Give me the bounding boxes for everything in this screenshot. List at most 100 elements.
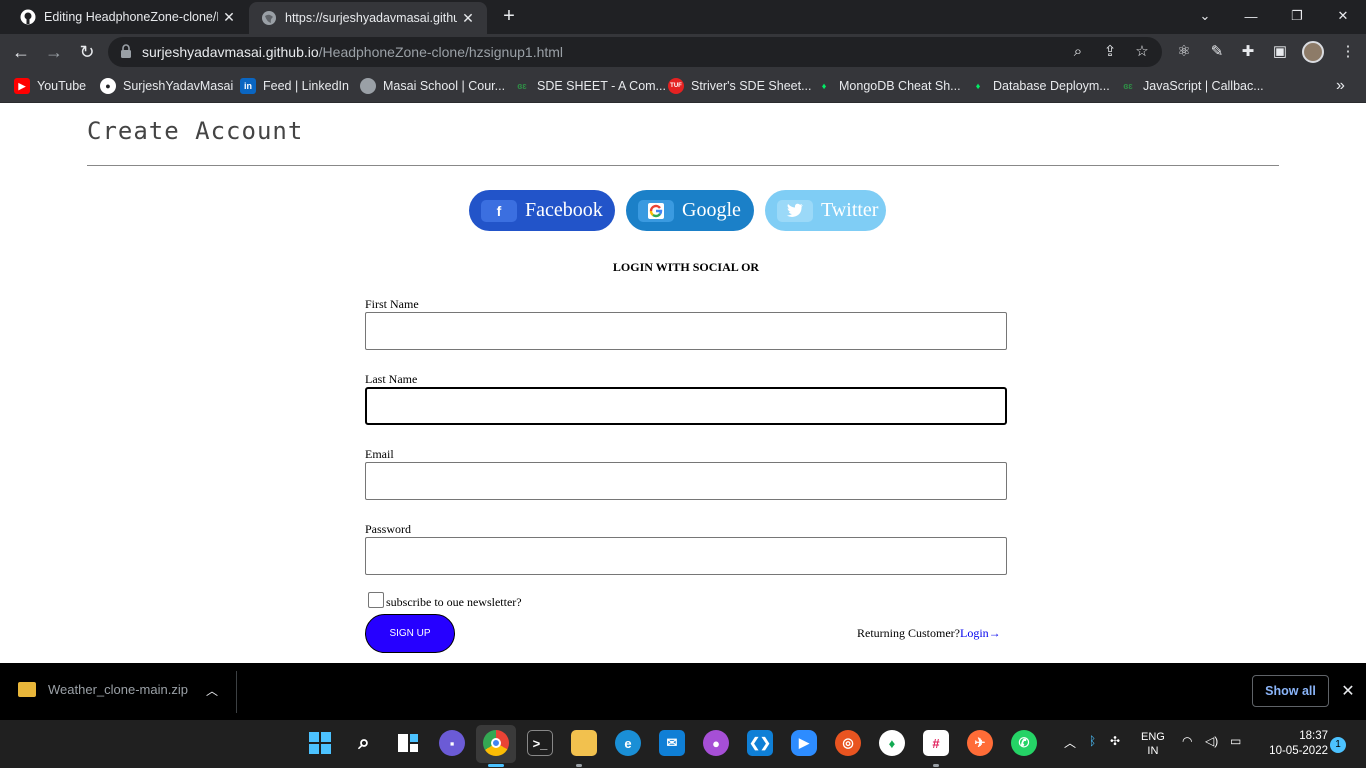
profile-avatar[interactable] bbox=[1302, 41, 1324, 63]
password-input[interactable] bbox=[365, 537, 1007, 575]
bookmark-javascript-callback[interactable]: ɞɛ JavaScript | Callbac... bbox=[1120, 77, 1264, 95]
language-label: ENG bbox=[1141, 731, 1165, 743]
globe-icon bbox=[261, 10, 277, 26]
back-button[interactable]: ← bbox=[8, 40, 34, 64]
show-all-button[interactable]: Show all bbox=[1252, 675, 1329, 707]
zoom-app-icon[interactable]: ▶ bbox=[791, 730, 817, 756]
clock[interactable]: 18:37 10-05-2022 bbox=[1258, 729, 1328, 759]
bookmark-youtube[interactable]: ▶ YouTube bbox=[14, 77, 86, 95]
close-tab-icon[interactable]: ✕ bbox=[457, 10, 479, 27]
twitter-login-button[interactable]: Twitter bbox=[765, 190, 886, 231]
terminal-icon[interactable]: >_ bbox=[527, 730, 553, 756]
address-bar[interactable]: surjeshyadavmasai.github.io/HeadphoneZon… bbox=[108, 37, 1162, 67]
edge-icon[interactable]: e bbox=[615, 730, 641, 756]
gfg-icon: ɞɛ bbox=[517, 81, 527, 91]
bookmark-mongodb-cheat[interactable]: ♦ MongoDB Cheat Sh... bbox=[816, 77, 961, 95]
tab-search-icon[interactable]: ⌄ bbox=[1182, 0, 1228, 32]
last-name-input[interactable] bbox=[365, 387, 1007, 425]
login-with-social-text: LOGIN WITH SOCIAL OR bbox=[612, 260, 760, 274]
linkedin-icon: in bbox=[240, 78, 256, 94]
bookmark-sde-sheet[interactable]: ɞɛ SDE SHEET - A Com... bbox=[514, 77, 666, 95]
first-name-label: First Name bbox=[365, 297, 419, 311]
google-login-button[interactable]: Google bbox=[626, 190, 754, 231]
mongodb-compass-icon[interactable]: ♦ bbox=[879, 730, 905, 756]
url-path: /HeadphoneZone-clone/hzsignup1.html bbox=[318, 44, 564, 60]
tab-title: https://surjeshyadavmasai.githu bbox=[285, 11, 457, 25]
download-bar: Weather_clone-main.zip ︿ Show all ✕ bbox=[0, 663, 1366, 720]
email-input[interactable] bbox=[365, 462, 1007, 500]
date-label: 10-05-2022 bbox=[1269, 745, 1328, 757]
wifi-icon[interactable]: ◠ bbox=[1182, 734, 1192, 748]
tab-editing-repo[interactable]: Editing HeadphoneZone-clone/R ✕ bbox=[8, 0, 248, 34]
chevron-up-icon[interactable]: ︿ bbox=[206, 682, 218, 699]
bookmark-github[interactable]: ● SurjeshYadavMasai bbox=[100, 77, 233, 95]
whatsapp-icon[interactable]: ✆ bbox=[1011, 730, 1037, 756]
tab-signup-page[interactable]: https://surjeshyadavmasai.githu ✕ bbox=[249, 2, 487, 34]
newsletter-checkbox[interactable] bbox=[368, 592, 384, 608]
bookmark-linkedin[interactable]: in Feed | LinkedIn bbox=[240, 77, 349, 95]
tab-title: Editing HeadphoneZone-clone/R bbox=[44, 10, 218, 24]
battery-icon[interactable]: ▭ bbox=[1230, 734, 1241, 748]
mail-icon[interactable]: ✉ bbox=[659, 730, 685, 756]
bookmark-database-deploy[interactable]: ♦ Database Deploym... bbox=[970, 77, 1110, 95]
sign-up-button[interactable]: SIGN UP bbox=[365, 614, 455, 653]
chevron-up-icon[interactable]: ︿ bbox=[1064, 734, 1076, 751]
teams-chat-icon[interactable]: ▪ bbox=[439, 730, 465, 756]
facebook-login-button[interactable]: f Facebook bbox=[469, 190, 615, 231]
bookmark-label: YouTube bbox=[37, 79, 87, 93]
download-item[interactable]: Weather_clone-main.zip bbox=[18, 682, 188, 697]
extensions-puzzle-icon[interactable]: ✚ bbox=[1238, 42, 1258, 62]
file-explorer-icon[interactable] bbox=[571, 730, 597, 756]
bookmarks-overflow-icon[interactable]: » bbox=[1336, 77, 1345, 95]
first-name-input[interactable] bbox=[365, 312, 1007, 350]
task-view-icon[interactable] bbox=[395, 730, 421, 756]
url-text[interactable]: surjeshyadavmasai.github.io/HeadphoneZon… bbox=[142, 44, 563, 60]
search-icon[interactable]: ⌕ bbox=[351, 730, 377, 756]
mongodb-icon: ♦ bbox=[821, 81, 827, 91]
windows-start-icon[interactable] bbox=[307, 730, 333, 756]
login-link[interactable]: Login→ bbox=[960, 626, 1001, 640]
bookmark-striver[interactable]: TUF Striver's SDE Sheet... bbox=[668, 77, 811, 95]
tray-app-icon[interactable]: ✣ bbox=[1110, 734, 1120, 748]
bluetooth-icon[interactable]: ᛒ bbox=[1089, 734, 1096, 748]
chrome-menu-icon[interactable]: ⋮ bbox=[1338, 42, 1358, 62]
chrome-icon[interactable] bbox=[483, 730, 509, 756]
new-tab-button[interactable]: + bbox=[496, 5, 522, 29]
close-download-bar-icon[interactable]: ✕ bbox=[1339, 681, 1357, 701]
bookmark-label: Database Deploym... bbox=[993, 79, 1110, 93]
language-indicator[interactable]: ENG IN bbox=[1141, 730, 1165, 758]
twitter-label: Twitter bbox=[821, 199, 879, 221]
close-tab-icon[interactable]: ✕ bbox=[218, 9, 240, 26]
side-panel-icon[interactable]: ▣ bbox=[1270, 42, 1290, 62]
notification-badge[interactable]: 1 bbox=[1330, 737, 1346, 753]
vscode-icon[interactable]: ❮❯ bbox=[747, 730, 773, 756]
extension-pen-icon[interactable]: ✎ bbox=[1207, 42, 1227, 62]
forward-button[interactable]: → bbox=[41, 40, 67, 64]
bookmark-masai[interactable]: Masai School | Cour... bbox=[360, 77, 505, 95]
globe-icon bbox=[360, 78, 376, 94]
running-indicator bbox=[576, 764, 582, 767]
youtube-icon: ▶ bbox=[14, 78, 30, 94]
reload-button[interactable]: ↻ bbox=[74, 40, 100, 64]
tuf-icon: TUF bbox=[668, 78, 684, 94]
react-devtools-icon[interactable]: ⚛ bbox=[1174, 42, 1194, 62]
active-indicator bbox=[488, 764, 504, 767]
close-window-button[interactable]: ✕ bbox=[1320, 0, 1366, 32]
restore-button[interactable]: ❐ bbox=[1274, 0, 1320, 32]
github-icon: ● bbox=[100, 78, 116, 94]
twitter-icon bbox=[777, 199, 813, 222]
volume-icon[interactable]: ◁) bbox=[1205, 734, 1218, 748]
ubuntu-icon[interactable]: ◎ bbox=[835, 730, 861, 756]
bookmark-label: JavaScript | Callbac... bbox=[1143, 79, 1264, 93]
zoom-icon[interactable]: ⌕ bbox=[1068, 42, 1088, 62]
bookmark-star-icon[interactable]: ☆ bbox=[1132, 42, 1152, 62]
github-desktop-icon[interactable]: ● bbox=[703, 730, 729, 756]
minimize-button[interactable]: — bbox=[1228, 0, 1274, 32]
tab-strip: Editing HeadphoneZone-clone/R ✕ https://… bbox=[0, 0, 1366, 34]
share-icon[interactable]: ⇪ bbox=[1100, 42, 1120, 62]
slack-icon[interactable]: # bbox=[923, 730, 949, 756]
facebook-label: Facebook bbox=[525, 199, 603, 221]
lock-icon[interactable] bbox=[120, 44, 134, 60]
newsletter-label: subscribe to oue newsletter? bbox=[386, 595, 522, 609]
postman-icon[interactable]: ✈ bbox=[967, 730, 993, 756]
